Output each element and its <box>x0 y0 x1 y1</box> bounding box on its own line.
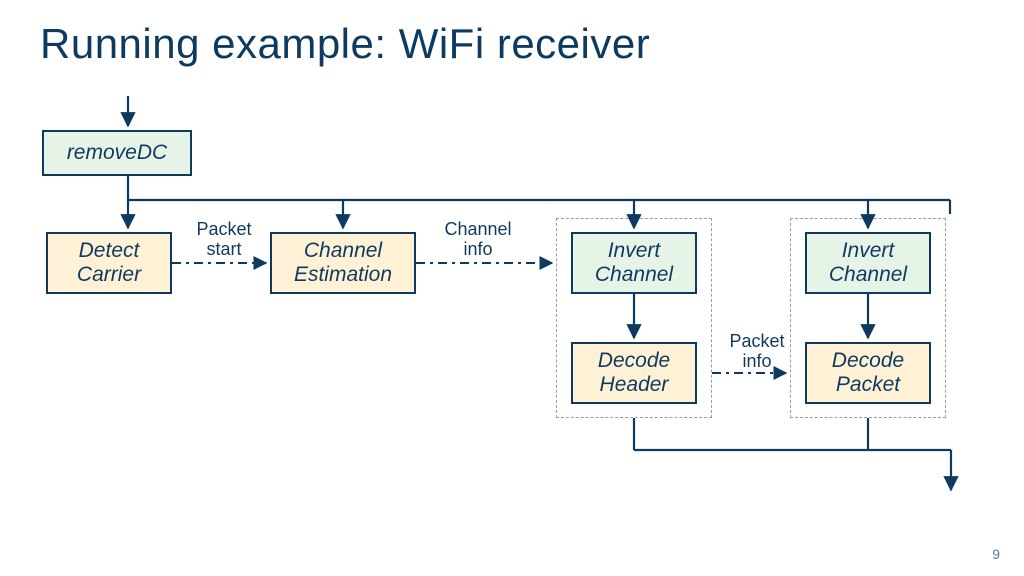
node-channel-estimation: Channel Estimation <box>270 232 416 294</box>
slide-title: Running example: WiFi receiver <box>40 20 650 68</box>
label-packet-start: Packet start <box>189 220 259 260</box>
label-packet-info: Packet info <box>722 332 792 372</box>
group-header-path <box>556 218 712 418</box>
slide: Running example: WiFi receiver 9 removeD… <box>0 0 1024 576</box>
node-detect-carrier: Detect Carrier <box>46 232 172 294</box>
group-packet-path <box>790 218 946 418</box>
page-number: 9 <box>992 546 1000 562</box>
label-channel-info: Channel info <box>438 220 518 260</box>
node-removedc: removeDC <box>42 130 192 176</box>
